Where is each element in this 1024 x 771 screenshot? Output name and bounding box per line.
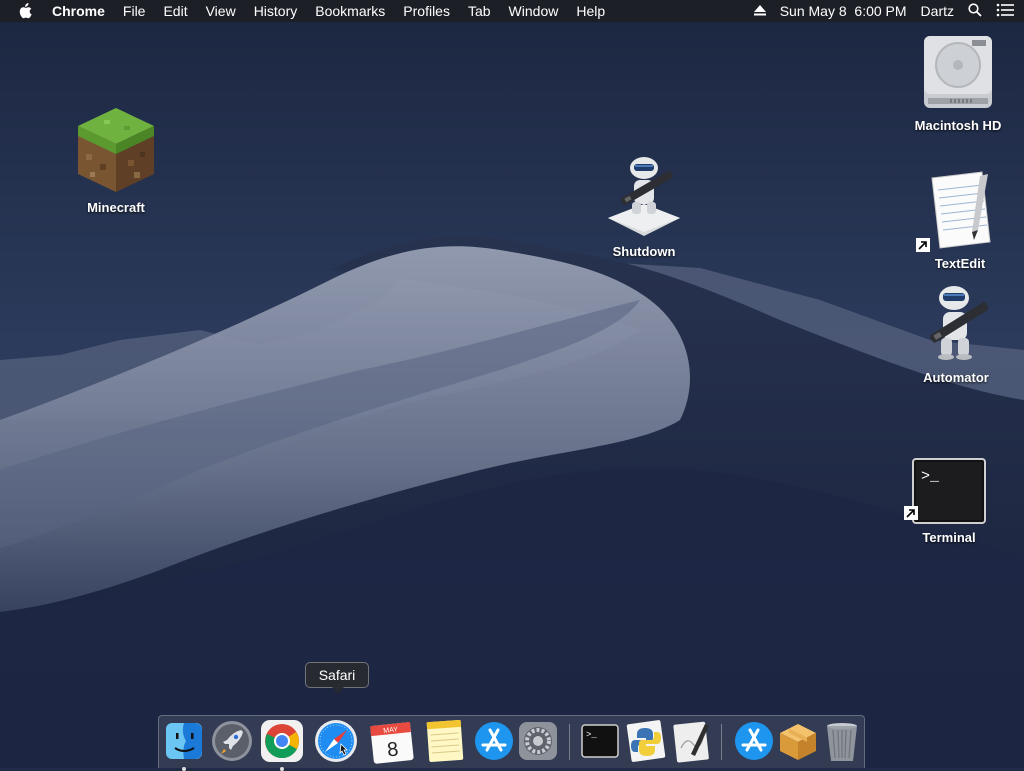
gear-icon [519,722,557,760]
menu-file[interactable]: File [123,3,146,19]
dock-item-calendar[interactable]: MAY 8 [369,718,415,764]
menu-clock[interactable]: Sun May 8 6:00 PM [780,3,907,19]
terminal-icon: >_ [904,458,986,524]
automator-robot-icon [916,284,996,364]
desktop-icon-label: Macintosh HD [914,118,1002,133]
svg-text:8: 8 [386,738,399,761]
textedit-icon [916,170,996,252]
desktop-icon-label: Minecraft [87,200,145,215]
svg-text:>_: >_ [921,468,940,485]
svg-text:>_: >_ [586,730,597,740]
menu-history[interactable]: History [254,3,298,19]
python-icon [626,720,666,762]
alias-arrow-icon [904,506,918,520]
dock-item-script-editor[interactable] [669,718,715,764]
menu-view[interactable]: View [206,3,236,19]
desktop-icon-label: TextEdit [934,256,986,271]
minecraft-grass-block-icon [74,106,158,194]
menu-window[interactable]: Window [509,3,559,19]
dock-item-python-launcher[interactable] [623,718,669,764]
safari-compass-icon [315,720,357,762]
dock-item-system-preferences[interactable] [515,718,561,764]
app-store-icon [475,722,513,760]
menu-edit[interactable]: Edit [163,3,187,19]
chrome-icon [261,720,303,762]
eject-icon[interactable] [753,3,766,19]
dock-item-chrome[interactable] [259,718,305,771]
dock-item-installer[interactable] [775,718,821,764]
notification-center-icon[interactable] [996,3,1014,20]
desktop-icon-macintosh-hd[interactable]: Macintosh HD [908,32,1008,133]
desktop-icon-shutdown[interactable]: Shutdown [594,156,694,259]
spotlight-search-icon[interactable] [968,2,982,20]
menu-help[interactable]: Help [576,3,605,19]
desktop-icon-label: Shutdown [612,244,676,259]
launchpad-rocket-icon [212,721,252,761]
desktop-icon-textedit[interactable]: TextEdit [910,170,1010,271]
dock-item-safari[interactable] [313,718,359,764]
app-store-icon [735,722,773,760]
dock-item-finder[interactable] [161,718,207,771]
dock-separator [721,724,722,760]
menu-bar-status-area: Sun May 8 6:00 PM Dartz [753,0,1014,22]
package-box-icon [780,724,816,760]
desktop-icon-minecraft[interactable]: Minecraft [66,106,166,215]
desktop-icon-terminal[interactable]: >_ Terminal [899,458,999,545]
menu-app-chrome[interactable]: Chrome [52,3,105,19]
dock-item-terminal[interactable]: >_ [577,718,623,764]
menu-profiles[interactable]: Profiles [403,3,450,19]
trash-icon [827,723,857,761]
dock-item-app-store[interactable] [471,718,517,764]
alias-arrow-icon [916,238,930,252]
dock-item-launchpad[interactable] [209,718,255,764]
dock-item-trash[interactable] [819,718,865,764]
script-editor-icon [673,721,709,763]
terminal-icon: >_ [581,724,619,758]
apple-logo-icon[interactable] [18,3,34,19]
menu-bookmarks[interactable]: Bookmarks [315,3,385,19]
desktop-icon-automator[interactable]: Automator [906,284,1006,385]
dock-item-app-store[interactable] [731,718,777,764]
finder-icon [166,723,202,759]
calendar-icon: MAY 8 [370,722,414,764]
menu-bar: Chrome File Edit View History Bookmarks … [0,0,1024,22]
hard-drive-icon [920,32,996,112]
dock-separator [569,724,570,760]
dock-item-notes[interactable] [422,718,468,764]
menu-tab[interactable]: Tab [468,3,491,19]
notes-icon [426,719,464,763]
menu-user-name[interactable]: Dartz [921,3,954,19]
desktop-icon-label: Automator [923,370,989,385]
dock-tooltip: Safari [305,662,369,694]
automator-robot-icon [604,156,684,238]
dock: MAY 8 >_ [158,715,865,771]
desktop-icon-label: Terminal [922,530,976,545]
